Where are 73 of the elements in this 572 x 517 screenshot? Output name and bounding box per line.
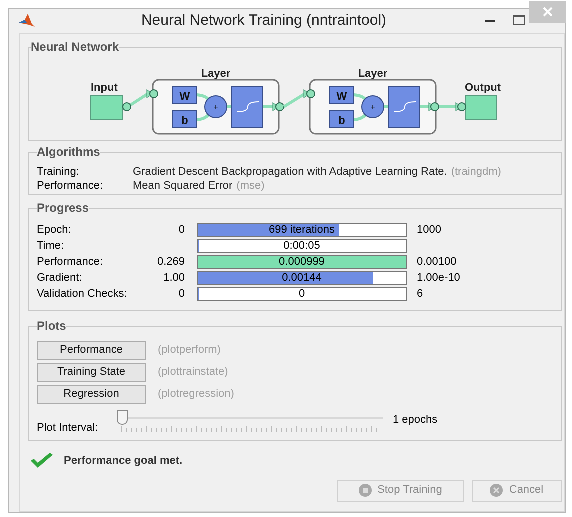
input-block (90, 96, 124, 120)
connector-node (150, 90, 158, 98)
start-value: 0 (178, 222, 185, 238)
connector-line (196, 94, 234, 122)
group-title: Plots (37, 318, 66, 335)
maximize-icon[interactable] (513, 15, 525, 25)
progress-label: Validation Checks: (37, 286, 128, 302)
layer-label: Layer (358, 68, 388, 80)
app-logo-icon (19, 14, 35, 28)
minimize-icon[interactable] (485, 20, 495, 23)
plot-button[interactable]: Regression (37, 385, 146, 404)
transfer-function-block (232, 86, 264, 128)
algorithm-value: Mean Squared Error (133, 179, 233, 193)
progress-label: Performance: (37, 254, 104, 270)
sum-node (204, 96, 228, 118)
end-value: 6 (417, 286, 424, 302)
function-name: (mse) (236, 179, 265, 193)
bias-block (172, 110, 198, 128)
function-name: (plotregression) (158, 387, 234, 402)
end-value: 1.00e-10 (417, 270, 460, 286)
group-title: Algorithms (37, 144, 100, 161)
stop-icon (358, 484, 372, 497)
sum-label: + (214, 103, 218, 112)
progress-reading: 0:00:05 (284, 240, 320, 252)
progress-label: Epoch: (37, 222, 72, 238)
start-value: 1.00 (162, 270, 185, 286)
connector-node (306, 90, 316, 98)
weight-block (330, 86, 354, 104)
cancel-icon (490, 484, 504, 497)
output-label: Output (465, 82, 502, 94)
bias-label: b (182, 115, 188, 127)
layer-label: Layer (201, 68, 231, 80)
bias-label: b (338, 115, 346, 127)
progress-reading: 0.000999 (279, 256, 325, 268)
weight-label: W (336, 91, 348, 103)
weight-block (172, 86, 198, 104)
window-title: Neural Network Training (nntraintool) (140, 10, 388, 31)
plot-interval-label: Plot Interval: (37, 421, 100, 436)
plot-interval-value: 1 epochs (393, 413, 438, 428)
start-value: 0.269 (156, 254, 185, 270)
connector-node (276, 102, 284, 112)
connector-node (122, 102, 132, 112)
plot-button[interactable]: Performance (37, 341, 146, 360)
start-value: 0 (178, 286, 185, 302)
algorithm-label: Training: (37, 165, 80, 179)
progress-reading: 0.00144 (282, 272, 322, 284)
transfer-function-block (388, 86, 420, 128)
slider-thumb[interactable] (117, 410, 128, 425)
connector-line (352, 94, 390, 122)
algorithm-label: Performance: (37, 179, 104, 193)
function-name: (plottrainstate) (158, 365, 228, 380)
sum-node (362, 96, 384, 118)
output-block (466, 96, 498, 120)
end-value: 0.00100 (417, 254, 457, 270)
function-name: (traingdm) (451, 165, 502, 179)
group-title: Neural Network (31, 39, 120, 56)
end-value: 1000 (417, 222, 442, 238)
algorithm-value: Gradient Descent Backpropagation with Adaptive Learning Rate. (133, 165, 448, 179)
progress-reading: 0 (298, 288, 306, 300)
plot-button[interactable]: Training State (37, 363, 146, 382)
sum-label: + (370, 103, 376, 112)
group-title: Progress (37, 200, 90, 217)
input-label: Input (91, 82, 118, 94)
status-message: Performance goal met. (64, 454, 183, 469)
connector-node (458, 102, 466, 112)
bias-block (330, 110, 354, 128)
close-icon (542, 7, 552, 17)
progress-label: Gradient: (37, 270, 84, 286)
progress-label: Time: (37, 238, 66, 254)
function-name: (plotperform) (158, 343, 221, 358)
connector-node (430, 102, 440, 112)
weight-label: W (180, 91, 190, 103)
progress-reading: 699 iterations (268, 224, 336, 236)
